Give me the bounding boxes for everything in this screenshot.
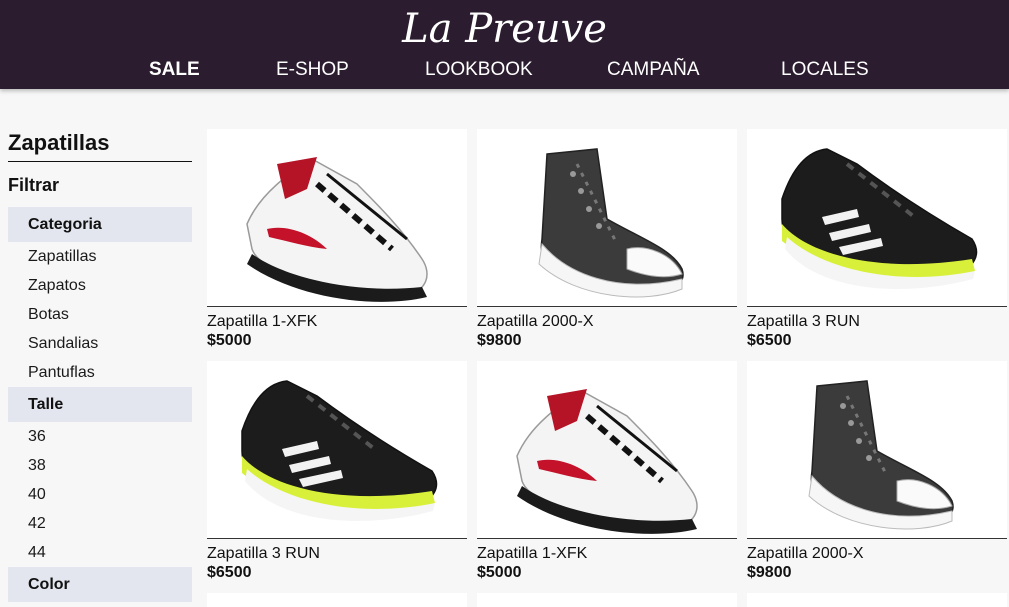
product-name[interactable]: Zapatilla 1-XFK [207, 312, 467, 331]
site-header: La Preuve SALE E-SHOP LOOKBOOK CAMPAÑA L… [0, 0, 1009, 89]
product-image[interactable] [477, 593, 737, 607]
product-image[interactable] [207, 361, 467, 539]
product-image[interactable] [477, 361, 737, 539]
nav-lookbook[interactable]: LOOKBOOK [425, 58, 533, 82]
product-card[interactable]: Zapatilla 2000-X $9800 [477, 129, 737, 351]
category-title: Zapatillas [8, 128, 192, 162]
product-price: $6500 [747, 332, 792, 349]
filter-group-talle[interactable]: Talle [8, 387, 192, 422]
product-name[interactable]: Zapatilla 1-XFK [477, 544, 737, 563]
product-price: $9800 [747, 564, 792, 581]
filter-group-color[interactable]: Color [8, 567, 192, 602]
filter-option-size-44[interactable]: 44 [8, 538, 192, 567]
product-card-partial[interactable] [207, 593, 467, 607]
product-price: $5000 [477, 564, 522, 581]
filter-group-categoria[interactable]: Categoria [8, 207, 192, 242]
filter-heading: Filtrar [8, 175, 60, 195]
filter-option-zapatos[interactable]: Zapatos [8, 271, 192, 300]
product-image[interactable] [747, 593, 1007, 607]
product-image[interactable] [207, 129, 467, 307]
product-card[interactable]: Zapatilla 2000-X $9800 [747, 361, 1007, 583]
product-name[interactable]: Zapatilla 3 RUN [207, 544, 467, 563]
product-name[interactable]: Zapatilla 2000-X [747, 544, 1007, 563]
product-name[interactable]: Zapatilla 2000-X [477, 312, 737, 331]
product-card[interactable]: Zapatilla 1-XFK $5000 [207, 129, 467, 351]
filter-option-zapatillas[interactable]: Zapatillas [8, 242, 192, 271]
nav-locales[interactable]: LOCALES [781, 58, 869, 82]
product-card-partial[interactable] [747, 593, 1007, 607]
nav-sale[interactable]: SALE [149, 58, 200, 82]
product-card[interactable]: Zapatilla 1-XFK $5000 [477, 361, 737, 583]
product-price: $6500 [207, 564, 252, 581]
product-image[interactable] [477, 129, 737, 307]
product-name[interactable]: Zapatilla 3 RUN [747, 312, 1007, 331]
product-card-partial[interactable] [477, 593, 737, 607]
filter-option-botas[interactable]: Botas [8, 300, 192, 329]
product-image[interactable] [747, 129, 1007, 307]
product-card[interactable]: Zapatilla 3 RUN $6500 [207, 361, 467, 583]
filter-sidebar: Zapatillas Filtrar Categoria Zapatillas … [8, 128, 192, 602]
filter-option-pantuflas[interactable]: Pantuflas [8, 358, 192, 387]
product-price: $5000 [207, 332, 252, 349]
filter-option-size-40[interactable]: 40 [8, 480, 192, 509]
filter-option-size-36[interactable]: 36 [8, 422, 192, 451]
filter-option-size-38[interactable]: 38 [8, 451, 192, 480]
product-image[interactable] [207, 593, 467, 607]
product-card[interactable]: Zapatilla 3 RUN $6500 [747, 129, 1007, 351]
filter-option-size-42[interactable]: 42 [8, 509, 192, 538]
nav-campana[interactable]: CAMPAÑA [607, 58, 700, 82]
nav-eshop[interactable]: E-SHOP [276, 58, 349, 82]
product-image[interactable] [747, 361, 1007, 539]
product-price: $9800 [477, 332, 522, 349]
filter-option-sandalias[interactable]: Sandalias [8, 329, 192, 358]
brand-logo[interactable]: La Preuve [0, 4, 1009, 54]
